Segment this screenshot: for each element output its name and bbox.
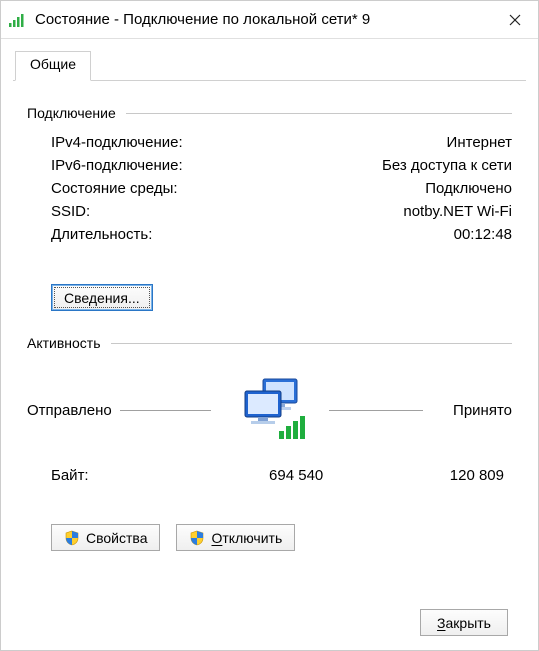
received-label: Принято — [427, 402, 512, 419]
ipv4-row: IPv4-подключение: Интернет — [27, 131, 512, 154]
bytes-received-value: 120 809 — [367, 467, 504, 484]
activity-section-header: Активность — [27, 335, 512, 351]
ssid-value: notby.NET Wi-Fi — [403, 203, 512, 220]
details-button[interactable]: Сведения... — [51, 284, 153, 311]
properties-button[interactable]: Свойства — [51, 524, 160, 551]
bytes-row: Байт: 694 540 120 809 — [27, 445, 512, 484]
close-button[interactable]: Закрыть — [420, 609, 508, 636]
ipv4-value: Интернет — [447, 134, 512, 151]
disable-button[interactable]: Отключить — [176, 524, 295, 551]
bytes-label: Байт: — [51, 467, 216, 484]
action-buttons-row: Свойства Отключить — [51, 524, 512, 551]
close-icon[interactable] — [492, 1, 538, 38]
ipv4-label: IPv4-подключение: — [51, 134, 183, 151]
divider — [126, 113, 512, 114]
sent-label: Отправлено — [27, 402, 116, 419]
dialog-body: Общие Подключение IPv4-подключение: Инте… — [1, 39, 538, 650]
general-panel: Подключение IPv4-подключение: Интернет I… — [13, 81, 526, 599]
duration-row: Длительность: 00:12:48 — [27, 223, 512, 246]
duration-label: Длительность: — [51, 226, 152, 243]
divider — [329, 410, 424, 411]
shield-icon — [64, 530, 80, 546]
tab-general[interactable]: Общие — [15, 51, 91, 81]
status-window: Состояние - Подключение по локальной сет… — [0, 0, 539, 651]
activity-indicator-row: Отправлено — [27, 375, 512, 445]
connection-section-header: Подключение — [27, 105, 512, 121]
ipv6-value: Без доступа к сети — [382, 157, 512, 174]
connection-section-label: Подключение — [27, 105, 116, 121]
ipv6-label: IPv6-подключение: — [51, 157, 183, 174]
titlebar: Состояние - Подключение по локальной сет… — [1, 1, 538, 39]
activity-section-label: Активность — [27, 335, 101, 351]
window-title: Состояние - Подключение по локальной сет… — [29, 11, 492, 28]
disable-button-label: Отключить — [211, 530, 282, 546]
details-button-row: Сведения... — [51, 284, 512, 311]
ssid-row: SSID: notby.NET Wi-Fi — [27, 200, 512, 223]
divider — [111, 343, 512, 344]
bytes-sent-value: 694 540 — [216, 467, 340, 484]
media-state-value: Подключено — [425, 180, 512, 197]
close-button-label: Закрыть — [437, 615, 491, 631]
media-state-label: Состояние среды: — [51, 180, 178, 197]
ssid-label: SSID: — [51, 203, 90, 220]
signal-icon — [9, 13, 29, 27]
media-state-row: Состояние среды: Подключено — [27, 177, 512, 200]
tab-strip: Общие — [13, 51, 526, 81]
divider — [120, 410, 211, 411]
ipv6-row: IPv6-подключение: Без доступа к сети — [27, 154, 512, 177]
network-activity-icon — [215, 375, 325, 445]
duration-value: 00:12:48 — [454, 226, 512, 243]
dialog-footer: Закрыть — [13, 599, 526, 650]
properties-button-label: Свойства — [86, 530, 147, 546]
shield-icon — [189, 530, 205, 546]
